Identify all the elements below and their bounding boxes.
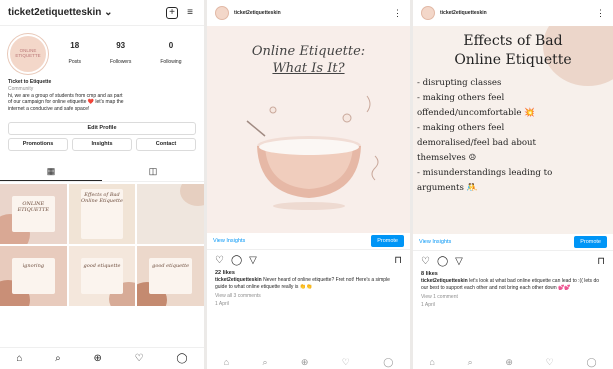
grid-post[interactable]: ONLINE ETIQUETTE xyxy=(0,183,67,244)
contact-button[interactable]: Contact xyxy=(136,137,196,151)
bullet-text: offended/uncomfortable 💥 xyxy=(417,108,535,119)
profile-stats: 18 Posts 93 Followers 0 Following xyxy=(54,41,196,68)
menu-icon[interactable]: ≡ xyxy=(184,7,196,19)
bowl-illustration xyxy=(246,95,379,210)
home-icon[interactable]: ⌂ xyxy=(224,357,229,367)
edit-profile-button[interactable]: Edit Profile xyxy=(8,121,196,135)
grid-post-text: ONLINE ETIQUETTE xyxy=(17,200,49,213)
bullet-text: - disrupting classes xyxy=(417,78,502,88)
profile-header: ticket2etiquetteskin ⌄ + ≡ xyxy=(0,0,204,26)
post-username[interactable]: ticket2etiquetteskin xyxy=(234,10,388,16)
share-icon[interactable]: ▽ xyxy=(455,256,463,267)
posts-stat[interactable]: 18 Posts xyxy=(68,41,81,68)
grid-tab[interactable]: ▦ xyxy=(0,163,102,181)
comment-icon[interactable]: ◯ xyxy=(231,255,242,266)
view-insights-link[interactable]: View Insights xyxy=(213,238,245,244)
post-username[interactable]: ticket2etiquetteskin xyxy=(440,10,591,16)
bio-name: Ticket to Etiquette xyxy=(8,79,52,85)
bullet-text: arguments 🤼 xyxy=(417,183,478,194)
promote-button[interactable]: Promote xyxy=(371,235,404,247)
profile-bio: Ticket to Etiquette Community hi, we are… xyxy=(0,76,204,116)
bottom-nav: ⌂ ⌕ ⊕ ♡ ◯ xyxy=(207,355,410,369)
grid-post[interactable]: ignoring xyxy=(0,245,67,306)
new-post-icon[interactable]: ⊕ xyxy=(301,357,309,368)
new-post-icon[interactable]: ⊕ xyxy=(505,357,513,368)
view-insights-link[interactable]: View Insights xyxy=(419,239,451,245)
grid-post[interactable]: Effects of Bad Online Etiquette xyxy=(68,183,136,244)
post-panel-2: ticket2etiquetteskin ⋮ Effects of Bad On… xyxy=(413,0,613,369)
profile-username[interactable]: ticket2etiquetteskin ⌄ xyxy=(8,7,166,18)
bio-text: of our campaign for online etiquette ❤️ … xyxy=(8,99,124,106)
insights-button[interactable]: Insights xyxy=(72,137,132,151)
grid-post-text: good etiquette xyxy=(83,262,121,269)
tagged-icon: ◫ xyxy=(148,166,158,177)
post-timestamp: 1 April xyxy=(215,300,229,307)
comment-icon[interactable]: ◯ xyxy=(437,256,448,267)
bullet-text: - making others feel xyxy=(417,123,505,134)
grid-post-text: ignoring xyxy=(22,262,45,269)
more-options-icon[interactable]: ⋮ xyxy=(596,8,605,19)
search-icon[interactable]: ⌕ xyxy=(262,357,267,368)
activity-icon[interactable]: ♡ xyxy=(546,357,554,368)
add-post-icon[interactable]: + xyxy=(166,6,178,19)
profile-icon[interactable]: ◯ xyxy=(176,353,187,364)
activity-icon[interactable]: ♡ xyxy=(342,357,350,368)
image-title: Online Etiquette xyxy=(454,51,572,68)
promotions-button[interactable]: Promotions xyxy=(8,137,68,151)
post-image[interactable]: Online Etiquette: What Is It? xyxy=(207,26,410,233)
grid-post-text: good etiquette xyxy=(152,262,190,269)
avatar[interactable]: ONLINE ETIQUETTE xyxy=(8,34,48,74)
following-stat[interactable]: 0 Following xyxy=(160,41,181,68)
view-comments-link[interactable]: View all 3 comments xyxy=(207,292,410,300)
bio-category: Community xyxy=(8,85,34,92)
promote-button[interactable]: Promote xyxy=(574,236,607,248)
bottom-nav: ⌂ ⌕ ⊕ ♡ ◯ xyxy=(0,347,204,369)
avatar[interactable] xyxy=(421,6,435,20)
caption-username[interactable]: ticket2etiquetteskin xyxy=(215,277,262,283)
like-icon[interactable]: ♡ xyxy=(215,255,224,266)
post-image[interactable]: Effects of Bad Online Etiquette - disrup… xyxy=(413,26,613,234)
like-icon[interactable]: ♡ xyxy=(421,256,430,267)
followers-stat[interactable]: 93 Followers xyxy=(110,41,131,68)
more-options-icon[interactable]: ⋮ xyxy=(393,8,402,19)
activity-icon[interactable]: ♡ xyxy=(135,353,144,364)
profile-icon[interactable]: ◯ xyxy=(586,357,596,368)
profile-icon[interactable]: ◯ xyxy=(383,357,393,368)
profile-panel: ticket2etiquetteskin ⌄ + ≡ ONLINE ETIQUE… xyxy=(0,0,204,369)
bottom-nav: ⌂ ⌕ ⊕ ♡ ◯ xyxy=(413,355,613,369)
post-grid: ONLINE ETIQUETTE Effects of Bad Online E… xyxy=(0,183,204,306)
chevron-down-icon[interactable]: ⌄ xyxy=(104,7,112,18)
bullet-text: - making others feel xyxy=(417,93,505,104)
image-title: Effects of Bad xyxy=(463,33,563,49)
home-icon[interactable]: ⌂ xyxy=(16,353,22,364)
home-icon[interactable]: ⌂ xyxy=(429,357,434,367)
bullet-text: demoralised/feel bad about xyxy=(417,138,537,149)
post-timestamp: 1 April xyxy=(421,301,435,308)
share-icon[interactable]: ▽ xyxy=(249,255,257,266)
tagged-tab[interactable]: ◫ xyxy=(102,163,204,181)
avatar[interactable] xyxy=(215,6,229,20)
search-icon[interactable]: ⌕ xyxy=(468,357,473,368)
grid-icon: ▦ xyxy=(46,165,56,176)
bio-text: internet a conducive and safe space! xyxy=(8,106,90,112)
post-caption: ticket2etiquetteskin Never heard of onli… xyxy=(207,276,410,292)
grid-post-text: Effects of Bad Online Etiquette xyxy=(81,192,123,205)
bullet-text: themselves ☹ xyxy=(417,153,477,164)
grid-post[interactable]: good etiquette xyxy=(68,245,136,306)
post-panel-1: ticket2etiquetteskin ⋮ Online Etiquette:… xyxy=(207,0,410,369)
post-caption: ticket2etiquetteskin let's look at what … xyxy=(413,277,613,293)
bullet-text: - misunderstandings leading to xyxy=(417,168,553,179)
new-post-icon[interactable]: ⊕ xyxy=(94,353,102,364)
save-icon[interactable]: ⊓ xyxy=(394,255,402,266)
view-comments-link[interactable]: View 1 comment xyxy=(413,293,613,301)
grid-post[interactable]: good etiquette xyxy=(137,245,204,306)
bullet-list: - disrupting classes - making others fee… xyxy=(417,76,609,196)
save-icon[interactable]: ⊓ xyxy=(597,256,605,267)
search-icon[interactable]: ⌕ xyxy=(55,353,61,364)
caption-username[interactable]: ticket2etiquetteskin xyxy=(421,278,468,284)
grid-post[interactable] xyxy=(137,183,204,244)
